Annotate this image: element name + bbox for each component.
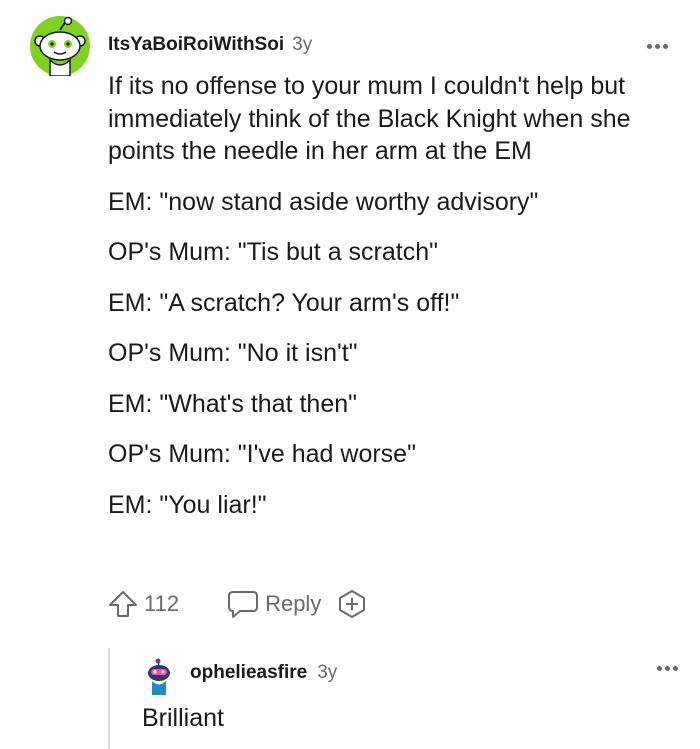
comment-paragraph: OP's Mum: "I've had worse" bbox=[108, 440, 416, 468]
upvote-button[interactable]: 112 bbox=[108, 589, 179, 619]
more-options-icon[interactable] bbox=[642, 36, 672, 56]
upvote-arrow-icon[interactable] bbox=[108, 589, 138, 619]
comment-paragraph: EM: "now stand aside worthy advisory" bbox=[108, 187, 539, 216]
snoo-avatar-icon[interactable] bbox=[30, 16, 90, 76]
add-award-button[interactable] bbox=[337, 589, 367, 619]
comment-paragraph: EM: "What's that then" bbox=[108, 389, 358, 418]
snoo-avatar-icon[interactable] bbox=[144, 658, 174, 696]
reply-label[interactable]: Reply bbox=[265, 591, 321, 617]
upvote-count: 112 bbox=[144, 591, 180, 616]
comment-paragraph: OP's Mum: "No it isn't" bbox=[108, 339, 358, 367]
comment-paragraph: If its no offense to your mum I couldn't… bbox=[108, 72, 631, 165]
comment-paragraph: EM: "You liar!" bbox=[108, 490, 267, 519]
comment-actions: 112 Reply bbox=[108, 584, 367, 624]
reply-username[interactable]: ophelieasfire bbox=[190, 662, 307, 684]
speech-bubble-icon bbox=[228, 591, 259, 618]
add-award-icon[interactable] bbox=[337, 589, 367, 619]
reply-header: ophelieasfire 3y bbox=[190, 662, 337, 684]
reply-age: 3y bbox=[317, 662, 338, 683]
more-options-icon[interactable] bbox=[652, 658, 682, 678]
reply-button[interactable]: Reply bbox=[227, 589, 321, 619]
reply-text: Brilliant bbox=[142, 704, 224, 732]
comment-body: If its no offense to your mum I couldn't… bbox=[108, 70, 668, 539]
comment-paragraph: OP's Mum: "Tis but a scratch" bbox=[108, 238, 439, 266]
comment-paragraph: EM: "A scratch? Your arm's off!" bbox=[108, 288, 460, 317]
comment-age: 3y bbox=[292, 34, 313, 55]
reply-comment: ophelieasfire 3y Brilliant bbox=[108, 648, 700, 749]
comment-header: ItsYaBoiRoiWithSoi 3y bbox=[108, 34, 312, 58]
comment-username[interactable]: ItsYaBoiRoiWithSoi bbox=[108, 34, 284, 56]
